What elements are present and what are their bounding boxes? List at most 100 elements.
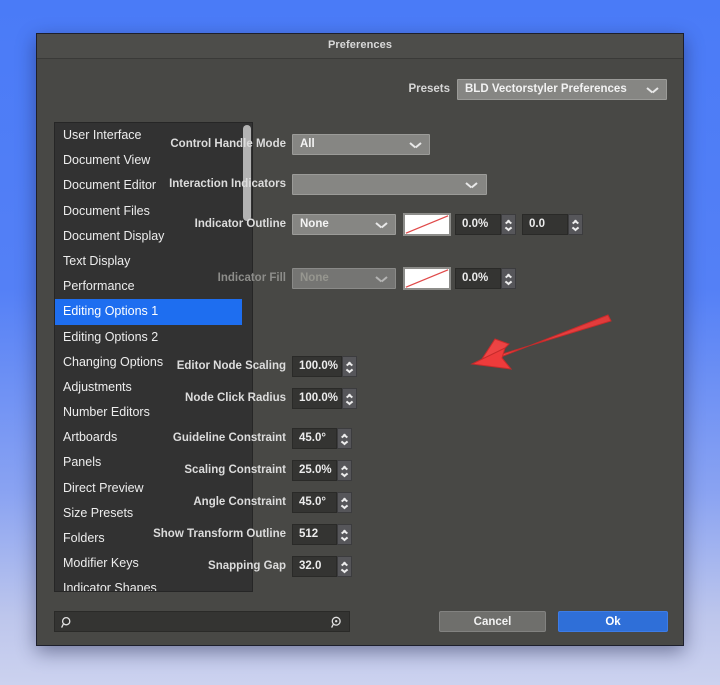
chevron-down-icon	[341, 473, 348, 477]
chevron-up-icon	[341, 497, 348, 501]
indicator-outline-opacity-field[interactable]: 0.0%	[455, 214, 501, 235]
indicator-outline-opacity-stepper[interactable]	[501, 214, 516, 235]
dialog-titlebar[interactable]: Preferences	[37, 34, 683, 59]
scaling-constraint-stepper[interactable]	[337, 460, 352, 481]
label-snapping-gap: Snapping Gap	[208, 560, 286, 572]
chevron-down-icon	[341, 569, 348, 573]
angle-constraint-stepper[interactable]	[337, 492, 352, 513]
control-handle-mode-value: All	[300, 138, 315, 150]
indicator-fill-color-swatch[interactable]	[403, 267, 451, 290]
interaction-indicators-dropdown[interactable]	[292, 174, 487, 195]
editor-node-scaling-stepper[interactable]	[342, 356, 357, 377]
chevron-down-icon	[647, 87, 658, 94]
chevron-up-icon	[346, 361, 353, 365]
category-sidebar[interactable]: User Interface Document View Document Edit…	[54, 122, 253, 592]
snapping-gap-field[interactable]: 32.0	[292, 556, 337, 577]
sidebar-item-indicator-shapes[interactable]: Indicator Shapes	[55, 576, 252, 592]
chevron-down-icon	[341, 441, 348, 445]
sidebar-scrollbar-track[interactable]	[242, 123, 252, 591]
indicator-outline-value: None	[300, 218, 329, 230]
sidebar-item-text-display[interactable]: Text Display	[55, 249, 252, 274]
label-scaling-constraint: Scaling Constraint	[184, 464, 286, 476]
angle-constraint-value: 45.0°	[299, 496, 326, 508]
sidebar-item-label: Text Display	[63, 253, 131, 268]
chevron-down-icon	[572, 227, 579, 231]
indicator-outline-width-value: 0.0	[529, 218, 545, 230]
sidebar-item-label: Size Presets	[63, 505, 134, 520]
chevron-down-icon	[341, 537, 348, 541]
indicator-fill-opacity-value: 0.0%	[462, 272, 489, 284]
indicator-fill-opacity-stepper[interactable]	[501, 268, 516, 289]
editor-node-scaling-value: 100.0%	[299, 360, 339, 372]
label-control-handle-mode: Control Handle Mode	[170, 138, 286, 150]
indicator-outline-width-stepper[interactable]	[568, 214, 583, 235]
control-handle-mode-dropdown[interactable]: All	[292, 134, 430, 155]
chevron-up-icon	[341, 465, 348, 469]
indicator-fill-opacity-field[interactable]: 0.0%	[455, 268, 501, 289]
scaling-constraint-field[interactable]: 25.0%	[292, 460, 337, 481]
sidebar-item-label: Indicator Shapes	[63, 581, 157, 592]
show-transform-outline-stepper[interactable]	[337, 524, 352, 545]
label-show-transform-outline: Show Transform Outline	[153, 528, 286, 540]
chevron-up-icon	[505, 273, 512, 277]
chevron-up-icon	[505, 219, 512, 223]
presets-dropdown[interactable]: BLD Vectorstyler Preferences	[457, 79, 667, 100]
sidebar-item-document-view[interactable]: Document View	[55, 148, 252, 173]
chevron-down-icon	[466, 182, 477, 189]
search-zoom-icon[interactable]	[330, 616, 343, 629]
indicator-outline-color-swatch[interactable]	[403, 213, 451, 236]
chevron-down-icon	[346, 401, 353, 405]
ok-button[interactable]: Ok	[558, 611, 668, 632]
label-editor-node-scaling: Editor Node Scaling	[176, 360, 286, 372]
preferences-dialog: Preferences Presets BLD Vectorstyler Pre…	[36, 33, 684, 646]
indicator-outline-opacity-value: 0.0%	[462, 218, 489, 230]
sidebar-item-label: Folders	[63, 531, 105, 545]
indicator-fill-value: None	[300, 272, 329, 284]
guideline-constraint-stepper[interactable]	[337, 428, 352, 449]
sidebar-item-label: Document View	[63, 153, 151, 168]
editor-node-scaling-field[interactable]: 100.0%	[292, 356, 342, 377]
chevron-down-icon	[376, 276, 387, 283]
scaling-constraint-value: 25.0%	[299, 464, 332, 476]
sidebar-item-editing-options-1[interactable]: Editing Options 1	[55, 299, 252, 325]
angle-constraint-field[interactable]: 45.0°	[292, 492, 337, 513]
search-icon	[61, 616, 74, 629]
sidebar-item-label: Performance	[63, 279, 135, 294]
guideline-constraint-field[interactable]: 45.0°	[292, 428, 337, 449]
chevron-down-icon	[410, 142, 421, 149]
indicator-fill-dropdown[interactable]: None	[292, 268, 396, 289]
sidebar-item-label: Adjustments	[63, 379, 132, 394]
sidebar-item-label: Document Display	[63, 228, 165, 243]
label-node-click-radius: Node Click Radius	[185, 392, 286, 404]
sidebar-item-editing-options-2[interactable]: Editing Options 2	[55, 325, 252, 350]
label-indicator-outline: Indicator Outline	[194, 218, 286, 230]
presets-label: Presets	[408, 83, 450, 95]
sidebar-item-label: Document Files	[63, 203, 150, 218]
presets-row: Presets BLD Vectorstyler Preferences	[37, 79, 683, 101]
sidebar-item-label: Direct Preview	[63, 480, 144, 495]
label-interaction-indicators: Interaction Indicators	[169, 178, 286, 190]
sidebar-item-label: Number Editors	[63, 405, 150, 420]
node-click-radius-stepper[interactable]	[342, 388, 357, 409]
sidebar-item-label: Editing Options 2	[63, 329, 159, 344]
show-transform-outline-field[interactable]: 512	[292, 524, 337, 545]
sidebar-item-label: Artboards	[63, 430, 118, 445]
chevron-down-icon	[341, 505, 348, 509]
sidebar-item-label: Document Editor	[63, 178, 157, 193]
chevron-up-icon	[341, 561, 348, 565]
dialog-title: Preferences	[327, 39, 393, 51]
presets-value: BLD Vectorstyler Preferences	[465, 83, 627, 95]
chevron-down-icon	[376, 222, 387, 229]
indicator-outline-dropdown[interactable]: None	[292, 214, 396, 235]
chevron-down-icon	[346, 369, 353, 373]
node-click-radius-field[interactable]: 100.0%	[292, 388, 342, 409]
category-list: User Interface Document View Document Edit…	[55, 123, 252, 592]
snapping-gap-value: 32.0	[299, 560, 322, 572]
snapping-gap-stepper[interactable]	[337, 556, 352, 577]
sidebar-item-label: User Interface	[63, 128, 142, 142]
chevron-up-icon	[572, 219, 579, 223]
label-angle-constraint: Angle Constraint	[193, 496, 286, 508]
cancel-button[interactable]: Cancel	[439, 611, 546, 632]
indicator-outline-width-field[interactable]: 0.0	[522, 214, 568, 235]
search-input[interactable]	[54, 611, 350, 632]
